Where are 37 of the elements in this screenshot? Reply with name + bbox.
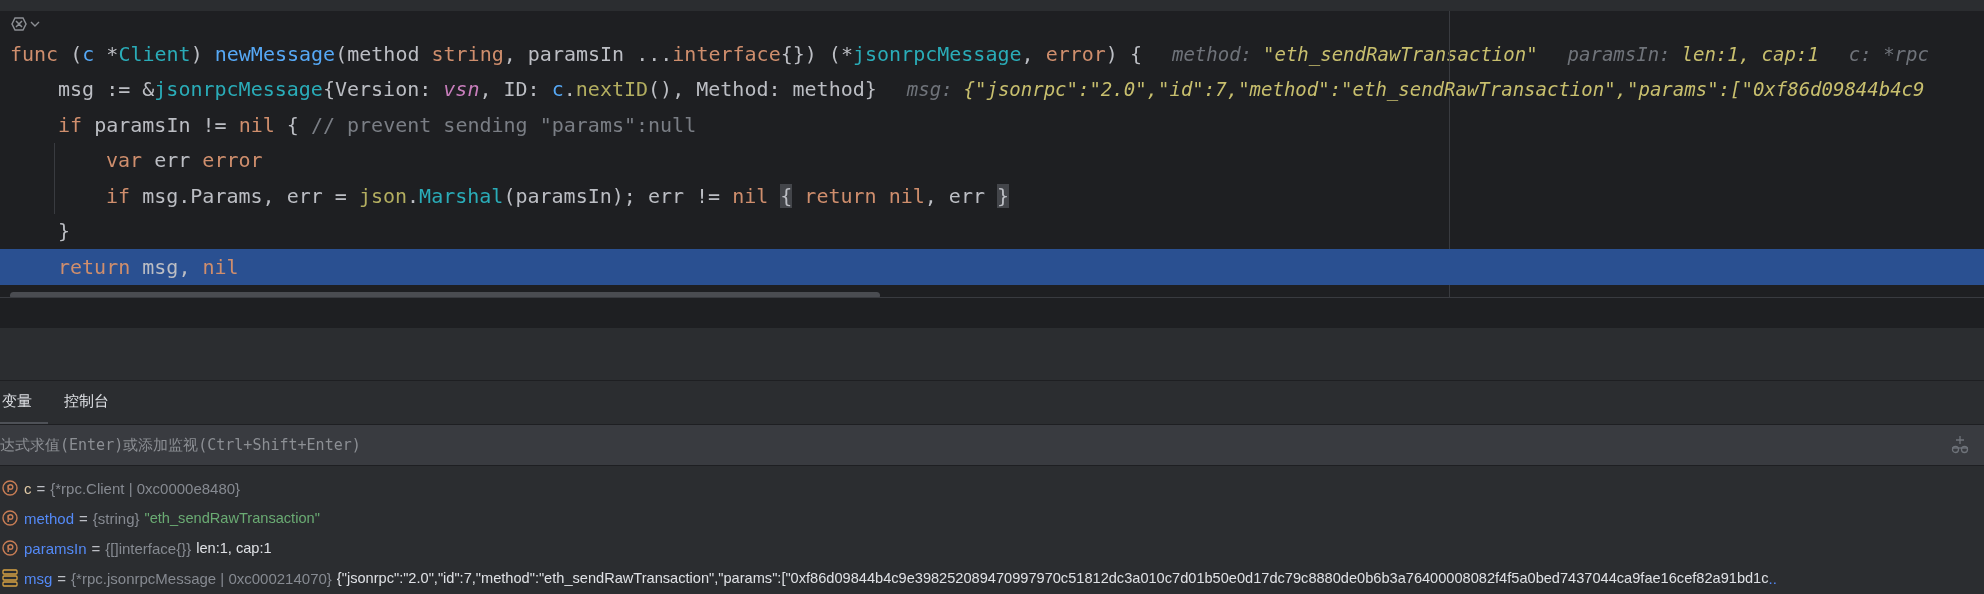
variable-name: method [24,509,75,527]
variable-type: {string} [92,509,140,527]
variable-name: c [24,479,32,497]
inlay-hint: c: *rpc [1848,42,1929,65]
variable-type: {*rpc.jsonrpcMessage | 0xc000214070} [71,569,332,587]
variable-name: paramsIn [24,539,87,557]
equals-sign: = [91,539,101,557]
equals-sign: = [36,479,46,497]
inlay-hint: method: "eth_sendRawTransaction" [1171,42,1538,65]
code-text: if msg.Params, err = json.Marshal(paramsIn); err != nil { return nil, err } [106,183,1011,208]
code-text: var err error [106,148,263,173]
variable-value: "eth_sendRawTransaction" [144,510,320,526]
equals-sign: = [57,569,67,587]
code-text: msg := &jsonrpcMessage{Version: vsn, ID: c.nextID(), Method: method} [58,77,877,102]
code-text: } [58,219,71,244]
variable-value: {"jsonrpc":"2.0","id":7,"method":"eth_sendRawTransaction","params":["0xf86d09844b4c9e398252089470997970c51812dc3a010c7d01b50e0d17dc79c8880de0b6b3a76400008082f4f5a0bed7437044ca9fae16cef82a91bd1c [336,570,1769,586]
evaluate-field[interactable]: 达式求值(Enter)或添加监视(Ctrl+Shift+Enter) [0,424,1984,466]
variable-type: {*rpc.Client | 0xc0000e8480} [50,479,241,497]
code-text: if paramsIn != nil { // prevent sending "params":null [58,112,697,137]
parameter-icon [2,510,18,526]
chevron-down-icon[interactable] [30,19,40,28]
inlay-hint: msg: {"jsonrpc":"2.0","id":7,"method":"eth_sendRawTransaction","params":["0xf86d09844b4c9 [906,78,1925,101]
expand-link[interactable]: .. [1768,569,1777,587]
horizontal-scrollbar[interactable] [10,292,880,297]
inlay-hint: paramsIn: len:1, cap:1 [1567,42,1819,65]
equals-sign: = [79,509,88,527]
language-icon[interactable] [10,15,28,32]
list-icon [2,569,18,587]
variable-value: len:1, cap:1 [196,540,272,556]
parameter-icon [2,480,18,496]
code-text: return msg, nil [58,254,239,279]
variable-type: {[]interface{}} [105,539,192,557]
panel-tab[interactable]: 控制台 [48,381,125,424]
variable-name: msg [24,569,53,587]
parameter-icon [2,540,18,556]
code-text: func (c *Client) newMessage(method string, paramsIn ...interface{}) (*jsonrpcMessage, error) { [10,41,1142,66]
expression-input[interactable]: 达式求值(Enter)或添加监视(Ctrl+Shift+Enter) [0,436,1950,454]
